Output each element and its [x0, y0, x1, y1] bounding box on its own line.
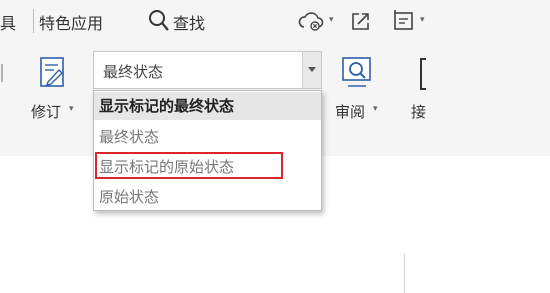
- share-icon[interactable]: [350, 10, 372, 32]
- partial-accept-icon[interactable]: [420, 58, 426, 90]
- doc-tool-caret[interactable]: ▾: [420, 15, 425, 25]
- option-original[interactable]: 原始状态: [94, 183, 321, 211]
- revise-icon[interactable]: [38, 56, 68, 90]
- revise-caret[interactable]: ▾: [69, 104, 74, 114]
- tools-tab-fragment[interactable]: 具: [0, 10, 16, 34]
- combo-dropdown-button[interactable]: [302, 52, 321, 88]
- display-mode-value: 最终状态: [103, 63, 164, 81]
- review-button[interactable]: 审阅: [335, 101, 365, 122]
- highlight-annotation-box: [95, 152, 283, 179]
- search-icon[interactable]: [148, 9, 170, 33]
- option-final-showing-markup[interactable]: 显示标记的最终状态: [94, 92, 321, 120]
- special-apps-tab[interactable]: 特色应用: [39, 10, 103, 34]
- display-mode-select[interactable]: 最终状态: [93, 51, 322, 89]
- review-icon[interactable]: [340, 55, 374, 91]
- cloud-sync-icon[interactable]: [298, 10, 326, 32]
- partial-left-icon: [0, 58, 5, 86]
- top-menu-bar: 具 特色应用 查找 ▾ ▾: [0, 0, 550, 40]
- search-button[interactable]: 查找: [173, 10, 205, 34]
- doc-tool-icon[interactable]: [392, 9, 418, 33]
- cloud-dropdown-caret[interactable]: ▾: [329, 15, 334, 25]
- accept-button-partial[interactable]: 接: [411, 101, 426, 122]
- menu-separator: [33, 9, 34, 33]
- page-edge-line: [404, 254, 405, 293]
- review-caret[interactable]: ▾: [373, 104, 378, 114]
- display-mode-dropdown: 显示标记的最终状态 最终状态 显示标记的原始状态 原始状态: [93, 90, 322, 211]
- chevron-down-icon: [308, 67, 316, 72]
- revise-button[interactable]: 修订: [31, 101, 61, 122]
- option-final[interactable]: 最终状态: [94, 123, 321, 151]
